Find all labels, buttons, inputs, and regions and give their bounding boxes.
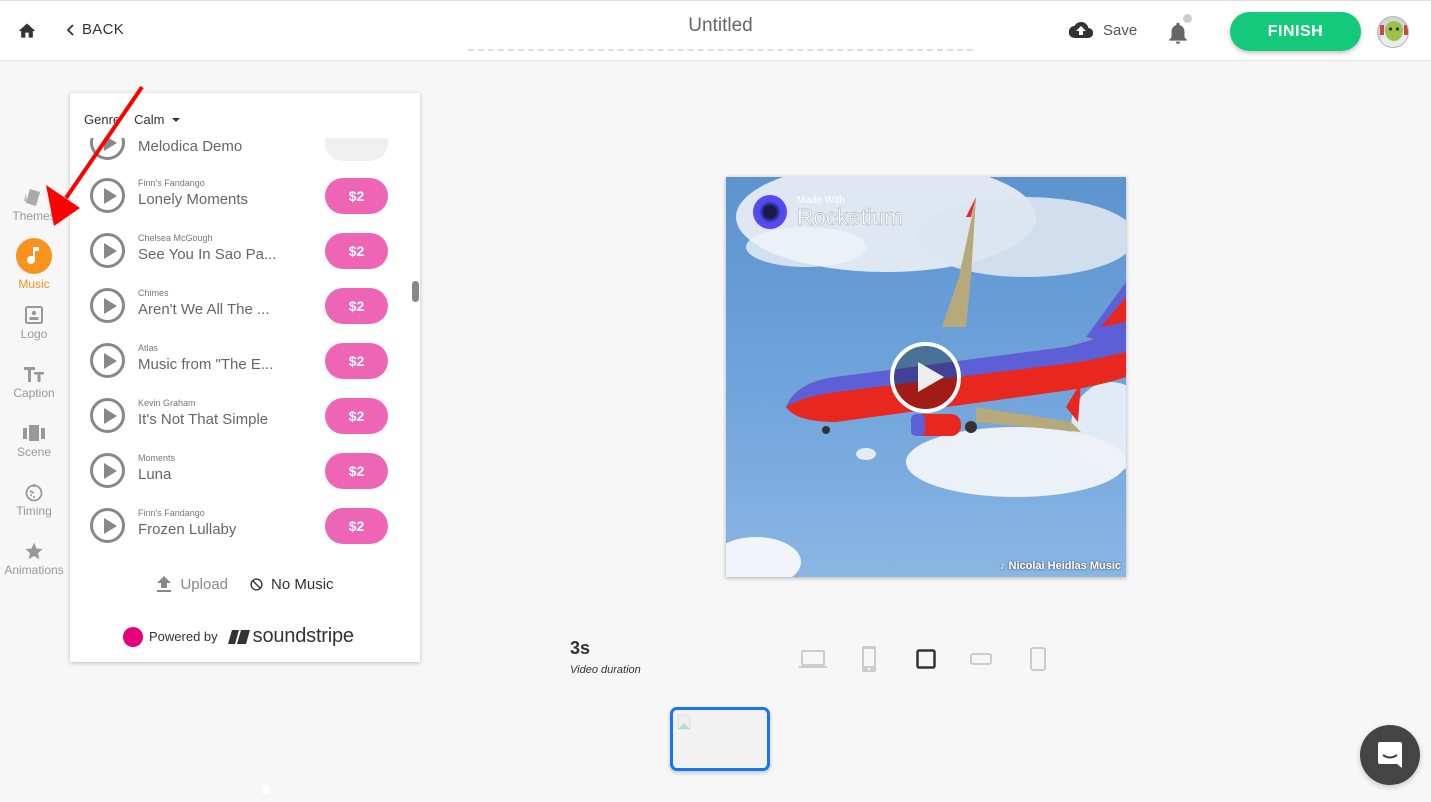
- track-row[interactable]: Kevin Graham It's Not That Simple $2: [70, 398, 410, 453]
- track-row[interactable]: Chimes Aren't We All The ... $2: [70, 288, 410, 343]
- block-icon: [250, 577, 263, 591]
- soundstripe-dot-icon: [123, 626, 143, 647]
- video-preview[interactable]: Made With Rocketium ♪ Nicolai Heidlas Mu…: [726, 177, 1126, 577]
- play-icon[interactable]: [90, 288, 125, 323]
- price-button[interactable]: $2: [325, 453, 388, 489]
- format-selector: [798, 645, 1048, 673]
- cloud-upload-icon: [1069, 21, 1093, 39]
- music-panel: Genre Calm Melodica Demo Finn's Fandango…: [70, 93, 420, 662]
- sidebar-item-scene[interactable]: Scene: [0, 423, 68, 459]
- wide-rect-icon[interactable]: [970, 653, 992, 665]
- track-row[interactable]: Finn's Fandango Lonely Moments $2: [70, 178, 410, 233]
- back-label: BACK: [82, 21, 125, 38]
- price-button[interactable]: $2: [325, 398, 388, 434]
- video-play-button[interactable]: [890, 342, 961, 413]
- sidebar-item-caption[interactable]: Caption: [0, 364, 68, 400]
- back-button[interactable]: BACK: [66, 21, 124, 38]
- play-icon[interactable]: [90, 138, 125, 160]
- music-credit: ♪ Nicolai Heidlas Music: [999, 560, 1121, 572]
- scene-icon: [23, 425, 45, 441]
- bell-icon: [1169, 22, 1187, 44]
- notification-dot: [1183, 14, 1192, 23]
- soundstripe-logo: soundstripe: [227, 625, 354, 648]
- finish-button[interactable]: FINISH: [1230, 12, 1361, 51]
- upload-icon: [157, 576, 172, 592]
- save-button[interactable]: Save: [1069, 21, 1137, 39]
- page-artifact: [262, 785, 270, 794]
- play-icon[interactable]: [90, 398, 125, 433]
- project-title-input[interactable]: Untitled: [468, 13, 973, 51]
- chat-launcher-button[interactable]: [1360, 725, 1420, 785]
- track-row[interactable]: Atlas Music from "The E... $2: [70, 343, 410, 398]
- sidebar-item-themes[interactable]: Themes: [0, 187, 68, 223]
- video-duration: 3s Video duration: [570, 638, 641, 676]
- price-button[interactable]: [325, 138, 388, 161]
- sidebar-item-logo[interactable]: Logo: [0, 305, 68, 341]
- track-row[interactable]: Moments Luna $2: [70, 453, 410, 508]
- track-row[interactable]: Finn's Fandango Frozen Lullaby $2: [70, 508, 410, 558]
- track-list-scrollbar[interactable]: [412, 281, 419, 302]
- genre-dropdown[interactable]: Calm: [134, 112, 181, 127]
- price-button[interactable]: $2: [325, 508, 388, 544]
- price-button[interactable]: $2: [325, 343, 388, 379]
- laptop-icon[interactable]: [798, 649, 828, 669]
- tall-rect-icon[interactable]: [1030, 647, 1046, 671]
- rocketium-watermark: Made With Rocketium: [753, 195, 903, 229]
- play-icon[interactable]: [90, 233, 125, 268]
- genre-filter: Genre Calm: [84, 112, 181, 127]
- chevron-left-icon: [66, 23, 74, 36]
- caret-down-icon: [172, 117, 181, 122]
- user-avatar[interactable]: [1377, 16, 1409, 48]
- powered-by: Powered by soundstripe: [123, 625, 354, 648]
- price-button[interactable]: $2: [325, 178, 388, 214]
- notifications-button[interactable]: [1165, 14, 1193, 45]
- chat-icon: [1378, 742, 1402, 768]
- play-icon[interactable]: [90, 453, 125, 488]
- top-bar: BACK Untitled Save FINISH: [0, 0, 1431, 61]
- price-button[interactable]: $2: [325, 288, 388, 324]
- music-note-icon: [16, 238, 52, 274]
- play-icon[interactable]: [90, 508, 125, 543]
- soundstripe-mark-icon: [227, 629, 250, 644]
- sidebar-item-timing[interactable]: Timing: [0, 482, 68, 518]
- themes-icon: [24, 189, 40, 206]
- phone-icon[interactable]: [861, 645, 877, 673]
- price-button[interactable]: $2: [325, 233, 388, 269]
- track-row[interactable]: Melodica Demo: [70, 138, 410, 180]
- text-icon: [24, 367, 44, 382]
- home-icon[interactable]: [17, 21, 37, 41]
- save-label: Save: [1103, 21, 1138, 39]
- upload-button[interactable]: Upload: [156, 575, 228, 593]
- android-avatar-icon: [1378, 17, 1408, 47]
- music-actions: Upload No Music: [70, 575, 420, 593]
- rocketium-logo-icon: [753, 195, 787, 229]
- broken-image-icon: [677, 714, 691, 730]
- sidebar-item-animations[interactable]: Animations: [0, 541, 68, 577]
- play-icon[interactable]: [90, 343, 125, 378]
- scene-thumbnail[interactable]: [670, 707, 770, 771]
- square-icon[interactable]: [916, 649, 936, 669]
- play-icon[interactable]: [90, 178, 125, 213]
- no-music-button[interactable]: No Music: [250, 575, 334, 593]
- timer-icon: [25, 484, 43, 502]
- star-icon: [25, 542, 43, 560]
- genre-label: Genre: [84, 112, 121, 127]
- sidebar-item-music[interactable]: Music: [0, 238, 68, 291]
- track-row[interactable]: Chelsea McGough See You In Sao Pa... $2: [70, 233, 410, 288]
- track-list[interactable]: Melodica Demo Finn's Fandango Lonely Mom…: [70, 138, 420, 558]
- logo-icon: [25, 306, 43, 324]
